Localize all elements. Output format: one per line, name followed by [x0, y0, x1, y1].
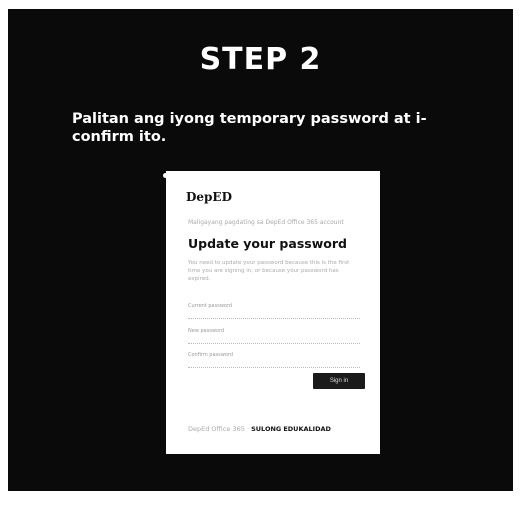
confirm-password-field[interactable]	[188, 359, 360, 368]
update-password-description: You need to update your password because…	[188, 260, 350, 282]
login-card-screenshot: DepED Maligayang pagdating sa DepEd Offi…	[166, 171, 380, 454]
update-password-heading: Update your password	[188, 236, 347, 251]
confirm-password-label: Confirm password	[188, 352, 234, 358]
step-title: STEP 2	[199, 42, 322, 77]
sign-in-button[interactable]: Sign in	[313, 373, 365, 389]
welcome-hint: Maligayang pagdating sa DepEd Office 365…	[188, 219, 344, 226]
current-password-field[interactable]	[188, 310, 360, 319]
card-footer: DepEd Office 365 · SULONG EDUKALIDAD	[188, 425, 331, 433]
new-password-label: New password	[188, 328, 225, 334]
deped-logo: DepED	[186, 190, 232, 204]
new-password-field[interactable]	[188, 335, 360, 344]
current-password-label: Current password	[188, 303, 233, 309]
footer-prefix: DepEd Office 365 ·	[188, 425, 250, 433]
slide-panel: STEP 2 Palitan ang iyong temporary passw…	[8, 9, 513, 491]
step-instruction: Palitan ang iyong temporary password at …	[72, 111, 427, 145]
footer-brand-sulong: SULONG	[251, 425, 282, 433]
footer-brand-edukalidad: EDUKALIDAD	[283, 425, 331, 433]
